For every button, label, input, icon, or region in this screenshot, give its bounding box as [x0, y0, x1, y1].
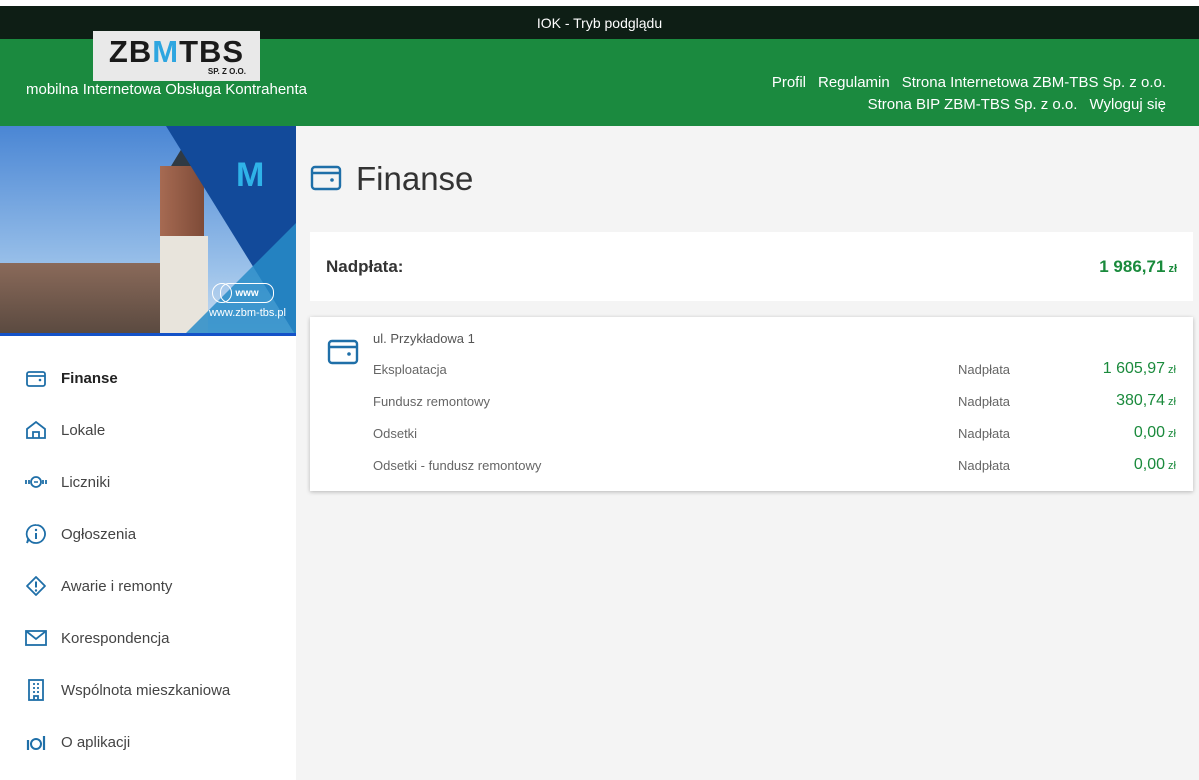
top-nav-row-2: Strona BIP ZBM-TBS Sp. z o.o. Wyloguj się — [760, 94, 1166, 116]
sidebar-item-liczniki[interactable]: Liczniki — [0, 456, 296, 508]
row-status: Nadpłata — [958, 362, 1011, 377]
nav-terms-link[interactable]: Regulamin — [818, 74, 890, 91]
row-value: 380,74 zł — [1116, 392, 1176, 409]
sidebar-item-korespondencja[interactable]: Korespondencja — [0, 612, 296, 664]
nav-profile-link[interactable]: Profil — [772, 74, 806, 91]
overpayment-summary: Nadpłata: 1 986,71 zł — [310, 232, 1193, 301]
page-title-text: Finanse — [356, 160, 474, 197]
sidebar-item-finanse[interactable]: Finanse — [0, 352, 296, 404]
sidebar-item-label: Finanse — [61, 369, 118, 387]
sidebar-item-lokale[interactable]: Lokale — [0, 404, 296, 456]
summary-label: Nadpłata: — [326, 256, 404, 276]
sidebar-item-o-aplikacji[interactable]: O aplikacji — [0, 716, 296, 768]
hero-banner[interactable]: M www www.zbm-tbs.pl — [0, 126, 296, 336]
card-address: ul. Przykładowa 1 — [373, 331, 475, 346]
logo-text-left: ZB — [108, 33, 153, 69]
account-card[interactable]: ul. Przykładowa 1 Eksploatacja Nadpłata … — [310, 317, 1193, 491]
hero-url: www.zbm-tbs.pl — [208, 307, 286, 319]
logo-subtext: SP. Z O.O. — [207, 66, 246, 76]
row-value: 0,00 zł — [1133, 424, 1176, 441]
table-row: Fundusz remontowy Nadpłata 380,74 zł — [373, 392, 1181, 412]
sidebar-item-label: Awarie i remonty — [61, 577, 173, 595]
sidebar-item-label: O aplikacji — [61, 733, 131, 751]
home-icon — [25, 419, 47, 441]
row-status: Nadpłata — [958, 458, 1011, 473]
wallet-icon — [25, 367, 47, 389]
row-name: Odsetki — [373, 426, 418, 441]
row-value: 0,00 zł — [1133, 456, 1176, 473]
sidebar-item-wspolnota[interactable]: Wspólnota mieszkaniowa — [0, 664, 296, 716]
sidebar-item-label: Wspólnota mieszkaniowa — [61, 681, 231, 699]
app-subtitle: mobilna Internetowa Obsługa Kontrahenta — [26, 81, 308, 98]
table-row: Odsetki - fundusz remontowy Nadpłata 0,0… — [373, 456, 1181, 476]
sidebar-item-awarie[interactable]: Awarie i remonty — [0, 560, 296, 612]
sidebar-item-label: Korespondencja — [61, 629, 170, 647]
page-title: Finanse — [310, 160, 473, 198]
row-value: 1 605,97 zł — [1102, 360, 1176, 377]
app-header: ZBMTBS SP. Z O.O. mobilna Internetowa Ob… — [0, 31, 1199, 126]
currency-label: zł — [1168, 262, 1177, 275]
nav-bip-link[interactable]: Strona BIP ZBM-TBS Sp. z o.o. — [868, 96, 1078, 113]
top-nav-row-1: Profil Regulamin Strona Internetowa ZBM-TB… — [760, 72, 1166, 94]
row-status: Nadpłata — [958, 394, 1011, 409]
main-content: Finanse Nadpłata: 1 986,71 zł ul. Przykła… — [296, 126, 1199, 780]
brand-m-icon: M — [236, 156, 264, 194]
table-row: Eksploatacja Nadpłata 1 605,97 zł — [373, 360, 1181, 380]
app-info-icon — [25, 731, 47, 753]
row-name: Fundusz remontowy — [373, 394, 491, 409]
table-row: Odsetki Nadpłata 0,00 zł — [373, 424, 1181, 444]
meter-icon — [25, 471, 47, 493]
sidebar-item-label: Ogłoszenia — [61, 525, 137, 543]
sidebar-item-ogloszenia[interactable]: Ogłoszenia — [0, 508, 296, 560]
wallet-icon — [310, 163, 342, 196]
www-badge: www — [220, 283, 274, 303]
alert-icon — [25, 575, 47, 597]
sidebar: M www www.zbm-tbs.pl Finanse Lokale Licz… — [0, 126, 296, 780]
info-bubble-icon — [25, 523, 47, 545]
row-name: Odsetki - fundusz remontowy — [373, 458, 542, 473]
sidebar-item-label: Lokale — [61, 421, 106, 439]
logo-text-mid: M — [152, 33, 180, 69]
preview-mode-title: IOK - Tryb podglądu — [536, 14, 663, 31]
logo-text-right: TBS — [179, 33, 245, 69]
summary-amount: 1 986,71 zł — [1099, 256, 1177, 276]
wallet-icon — [327, 337, 359, 370]
row-name: Eksploatacja — [373, 362, 447, 377]
nav-website-link[interactable]: Strona Internetowa ZBM-TBS Sp. z o.o. — [902, 74, 1166, 91]
zbm-tbs-logo[interactable]: ZBMTBS SP. Z O.O. — [93, 31, 260, 81]
envelope-icon — [25, 627, 47, 649]
top-nav: Profil Regulamin Strona Internetowa ZBM-TB… — [760, 72, 1166, 116]
sidebar-menu: Finanse Lokale Liczniki Ogłoszenia Awari… — [0, 352, 296, 768]
sidebar-item-label: Liczniki — [61, 473, 111, 491]
row-status: Nadpłata — [958, 426, 1011, 441]
building-icon — [25, 679, 47, 701]
nav-logout-link[interactable]: Wyloguj się — [1089, 96, 1166, 113]
